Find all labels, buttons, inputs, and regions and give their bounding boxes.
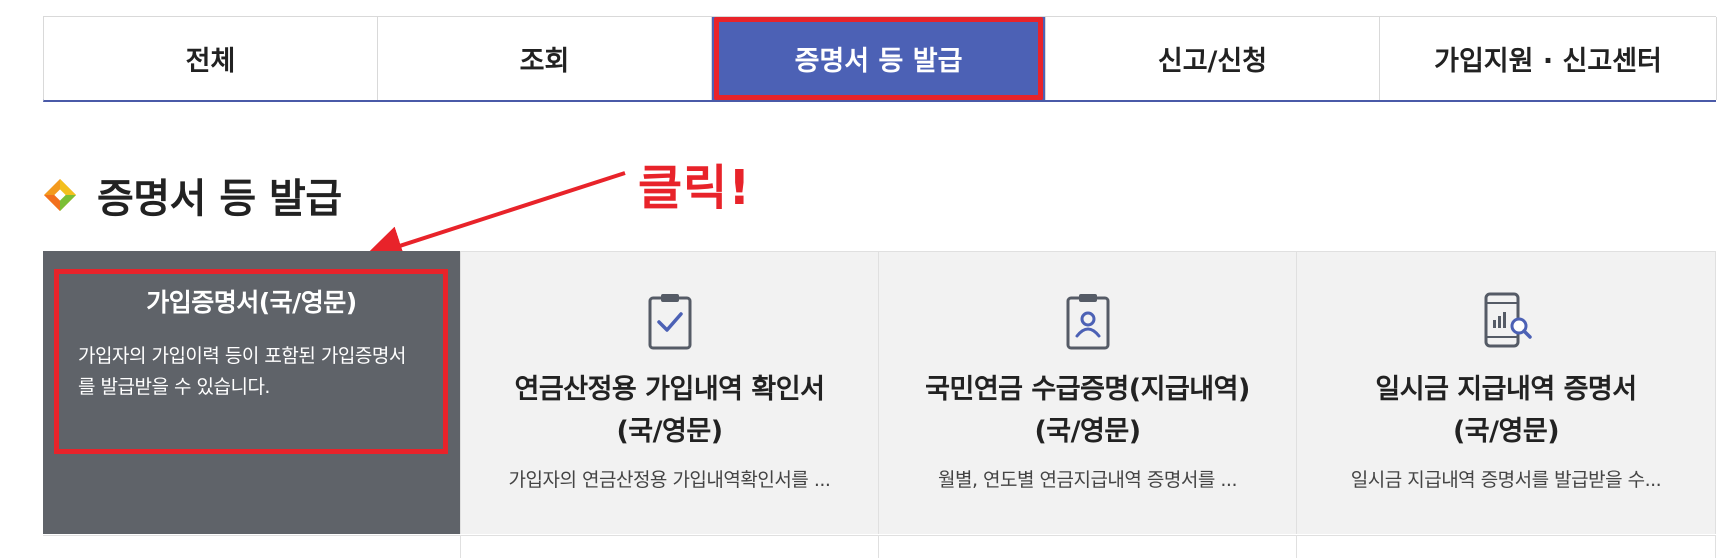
card-pension-payment-certificate[interactable]: 국민연금 수급증명(지급내역) (국/영문) 월별, 연도별 연금지급내역 증명… — [879, 251, 1297, 534]
card-title-line2: (국/영문) — [1452, 416, 1560, 447]
phone-search-icon — [1483, 292, 1532, 350]
tab-report-apply[interactable]: 신고/신청 — [1046, 17, 1380, 100]
tab-label: 전체 — [185, 46, 236, 77]
card-description: 가입자의 가입이력 등이 포함된 가입증명서를 발급받을 수 있습니다. — [78, 345, 406, 398]
card-title: 일시금 지급내역 증명서 (국/영문) — [1297, 369, 1715, 453]
card-description: 일시금 지급내역 증명서를 발급받을 수... — [1350, 469, 1662, 491]
next-row-card[interactable] — [43, 535, 461, 558]
diamond-bullet-icon — [43, 178, 77, 212]
clipboard-person-icon — [1065, 292, 1111, 350]
card-title-line1: 국민연금 수급증명(지급내역) — [925, 374, 1250, 405]
card-title: 연금산정용 가입내역 확인서 (국/영문) — [461, 369, 878, 453]
tab-label: 조회 — [519, 46, 570, 77]
card-title-line2: (국/영문) — [616, 416, 723, 447]
section-title: 증명서 등 발급 — [97, 176, 342, 222]
next-row-card[interactable] — [461, 535, 879, 558]
tab-support-center[interactable]: 가입지원 · 신고센터 — [1380, 17, 1717, 100]
card-title: 국민연금 수급증명(지급내역) (국/영문) — [879, 369, 1296, 453]
tab-all[interactable]: 전체 — [44, 17, 378, 100]
card-title-line2: (국/영문) — [1034, 416, 1141, 447]
section-heading: 증명서 등 발급 — [43, 166, 342, 224]
tab-label: 가입지원 · 신고센터 — [1434, 46, 1662, 77]
tab-label: 증명서 등 발급 — [794, 46, 963, 77]
card-description: 월별, 연도별 연금지급내역 증명서를 ... — [937, 469, 1238, 491]
card-lump-sum-certificate[interactable]: 일시금 지급내역 증명서 (국/영문) 일시금 지급내역 증명서를 발급받을 수… — [1297, 251, 1716, 534]
card-description: 가입자의 연금산정용 가입내역확인서를 ... — [508, 469, 831, 491]
card-pension-calc-confirmation[interactable]: 연금산정용 가입내역 확인서 (국/영문) 가입자의 연금산정용 가입내역확인서… — [461, 251, 879, 534]
next-row-card[interactable] — [879, 535, 1297, 558]
card-title: 가입증명서(국/영문) — [146, 288, 357, 317]
tab-inquiry[interactable]: 조회 — [378, 17, 712, 100]
page: 전체 조회 증명서 등 발급 신고/신청 가입지원 · 신고센터 증명서 등 발… — [0, 0, 1731, 558]
category-tabs: 전체 조회 증명서 등 발급 신고/신청 가입지원 · 신고센터 — [43, 16, 1717, 102]
clipboard-check-icon — [647, 292, 693, 350]
card-title-line1: 연금산정용 가입내역 확인서 — [514, 374, 825, 405]
service-cards: 가입증명서(국/영문) 가입자의 가입이력 등이 포함된 가입증명서를 발급받을… — [43, 251, 1716, 558]
tab-certificates[interactable]: 증명서 등 발급 — [712, 17, 1046, 100]
annotation-label: 클릭! — [638, 160, 752, 216]
next-row-card[interactable] — [1297, 535, 1716, 558]
card-membership-certificate[interactable]: 가입증명서(국/영문) 가입자의 가입이력 등이 포함된 가입증명서를 발급받을… — [43, 251, 461, 534]
tab-label: 신고/신청 — [1157, 46, 1268, 77]
card-title-line1: 일시금 지급내역 증명서 — [1375, 374, 1637, 405]
